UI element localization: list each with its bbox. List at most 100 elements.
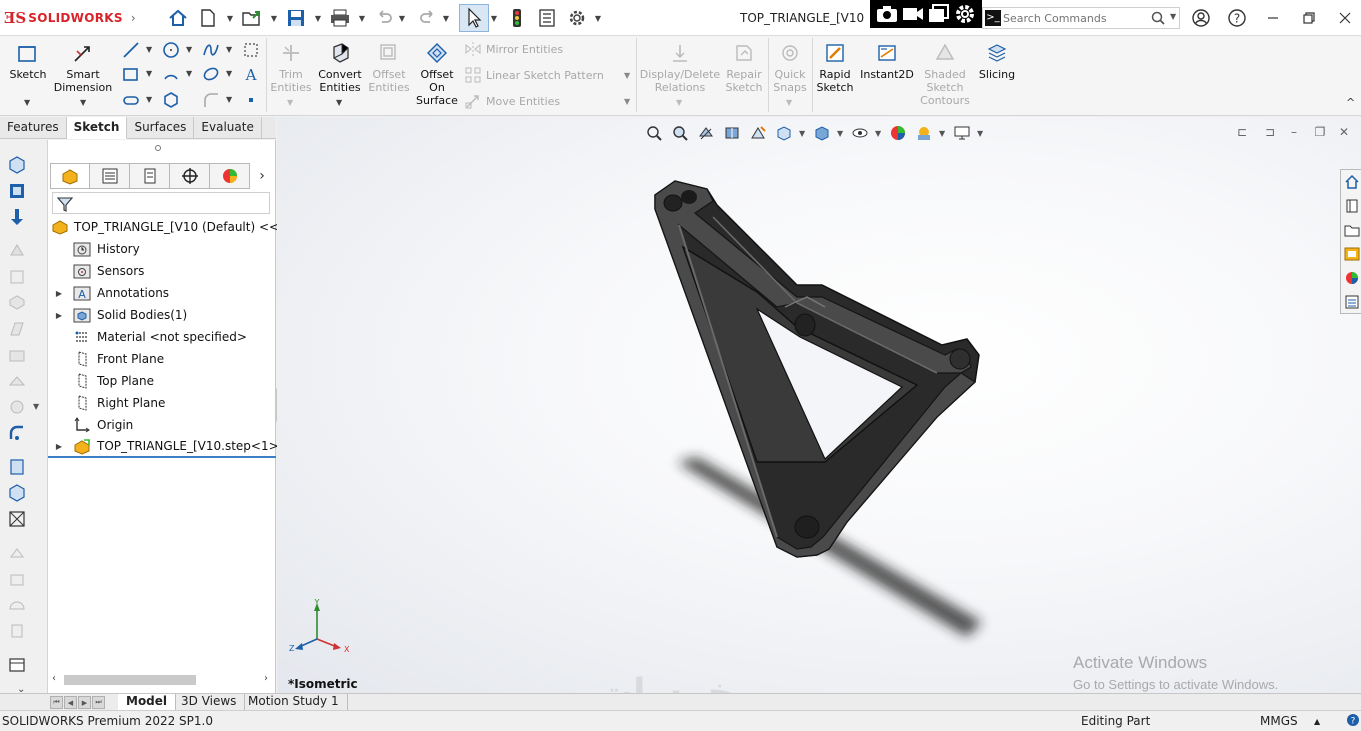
trim-entities-button[interactable]: Trim Entities (270, 40, 312, 94)
linear-sketch-pattern-button[interactable]: Linear Sketch Pattern (464, 64, 604, 86)
instant2d-button[interactable]: Instant2D (858, 40, 916, 81)
construction-geometry-icon[interactable] (241, 40, 261, 60)
boundary-boss-icon[interactable] (6, 266, 28, 288)
expand-arrow-icon[interactable]: ▶ (54, 289, 64, 298)
search-icon[interactable] (1151, 11, 1165, 25)
tree-item-top-plane[interactable]: Top Plane (48, 370, 276, 392)
circle-icon[interactable] (161, 40, 181, 60)
smart-dimension-button[interactable]: Smart Dimension (52, 40, 114, 94)
view-palette-icon[interactable] (1342, 244, 1361, 264)
tree-filter-box[interactable] (52, 192, 270, 214)
mirror-entities-button[interactable]: Mirror Entities (464, 38, 563, 60)
tree-item-imported-body[interactable]: ▶ TOP_TRIANGLE_[V10.step<1> -> (48, 436, 297, 458)
slot-icon[interactable] (121, 90, 141, 110)
chevron-down-icon[interactable]: ▼ (358, 12, 366, 24)
chevron-down-icon[interactable]: ▼ (287, 98, 293, 107)
design-library-icon[interactable] (1342, 196, 1361, 216)
undo-icon[interactable] (372, 6, 396, 30)
camera-icon[interactable] (876, 4, 898, 24)
tree-item-sensors[interactable]: Sensors (48, 260, 276, 282)
shell-icon[interactable] (6, 620, 28, 642)
help-icon[interactable]: ? (1346, 713, 1360, 730)
chevron-down-icon[interactable]: ▼ (226, 12, 234, 24)
draft-icon[interactable] (6, 654, 28, 676)
first-tab-icon[interactable]: ⏮ (50, 696, 63, 709)
extruded-cut-icon[interactable] (6, 292, 28, 314)
tab-surfaces[interactable]: Surfaces (127, 117, 195, 139)
solidworks-logo[interactable]: ƎS SOLIDWORKS › (4, 7, 136, 29)
custom-properties-icon[interactable] (1342, 292, 1361, 312)
chevron-down-icon[interactable]: ▼ (624, 97, 630, 106)
chevron-down-icon[interactable]: ▼ (1170, 12, 1176, 21)
help-icon[interactable]: ? (1226, 8, 1248, 28)
chevron-up-icon[interactable]: ▲ (1314, 717, 1320, 726)
solidworks-resources-icon[interactable] (1342, 172, 1361, 192)
sketch-button[interactable]: Sketch (8, 40, 48, 81)
gear-icon[interactable] (954, 3, 976, 25)
revolved-boss-icon[interactable] (6, 180, 28, 202)
wrap-icon[interactable] (6, 542, 28, 564)
tree-item-origin[interactable]: Origin (48, 414, 276, 436)
tree-item-annotations[interactable]: ▶ A Annotations (48, 282, 276, 304)
close-window-icon[interactable] (1334, 8, 1356, 28)
chevron-down-icon[interactable]: ▼ (786, 98, 792, 107)
slicing-button[interactable]: Slicing (976, 40, 1018, 81)
configuration-manager-tab[interactable] (130, 163, 170, 189)
revolved-cut-icon[interactable] (6, 318, 28, 340)
text-icon[interactable]: A (241, 64, 261, 84)
expand-arrow-icon[interactable]: ▶ (54, 311, 64, 320)
quick-snaps-button[interactable]: Quick Snaps (771, 40, 809, 94)
chevron-down-icon[interactable]: ▼ (676, 98, 682, 107)
lofted-cut-icon[interactable] (6, 370, 28, 392)
tree-item-material[interactable]: Material <not specified> (48, 326, 276, 348)
point-icon[interactable] (241, 90, 261, 110)
extruded-boss-icon[interactable] (6, 154, 28, 176)
chevron-down-icon[interactable]: ▼ (146, 69, 152, 78)
chevron-down-icon[interactable]: ▼ (226, 45, 232, 54)
triangle-bracket-model[interactable] (277, 117, 1361, 693)
last-tab-icon[interactable]: ⏭ (92, 696, 105, 709)
redo-icon[interactable] (416, 6, 440, 30)
property-manager-tab[interactable] (90, 163, 130, 189)
boundary-cut-icon[interactable] (6, 396, 28, 418)
chevron-down-icon[interactable]: ▼ (226, 95, 232, 104)
intersect-icon[interactable] (6, 568, 28, 590)
collapse-ribbon-chevron-icon[interactable]: ^ (1346, 96, 1355, 109)
file-explorer-icon[interactable] (1342, 220, 1361, 240)
chevron-down-icon[interactable]: ▼ (398, 12, 406, 24)
tree-item-right-plane[interactable]: Right Plane (48, 392, 276, 414)
repair-sketch-button[interactable]: Repair Sketch (722, 40, 766, 94)
chevron-down-icon[interactable]: ▼ (336, 98, 342, 107)
scroll-right-icon[interactable]: › (264, 673, 268, 684)
chevron-down-icon[interactable]: ▼ (490, 12, 498, 24)
chevron-down-icon[interactable]: ▼ (226, 69, 232, 78)
scrollbar-thumb[interactable] (64, 675, 196, 685)
chevron-down-icon[interactable]: ▼ (24, 98, 30, 107)
chevron-down-icon[interactable]: ▼ (594, 12, 602, 24)
scroll-left-icon[interactable]: ‹ (52, 673, 56, 684)
appearances-scenes-icon[interactable] (1342, 268, 1361, 288)
chevron-down-icon[interactable]: ▼ (33, 402, 39, 411)
tab-sketch[interactable]: Sketch (66, 117, 128, 139)
display-manager-tab[interactable] (210, 163, 250, 189)
next-tab-icon[interactable]: ▶ (78, 696, 91, 709)
tree-item-front-plane[interactable]: Front Plane (48, 348, 276, 370)
curves-icon[interactable] (6, 482, 28, 504)
chevron-down-icon[interactable]: ▼ (270, 12, 278, 24)
home-icon[interactable] (166, 6, 190, 30)
filter-icon[interactable] (56, 195, 74, 213)
tab-evaluate[interactable]: Evaluate (194, 117, 262, 139)
line-icon[interactable] (121, 40, 141, 60)
chevron-down-icon[interactable]: ▼ (624, 71, 630, 80)
convert-entities-button[interactable]: Convert Entities (316, 40, 364, 94)
rapid-sketch-button[interactable]: Rapid Sketch (815, 40, 855, 94)
instant3d-icon[interactable] (6, 508, 28, 530)
options-gear-icon[interactable] (565, 6, 589, 30)
tab-model[interactable]: Model (118, 694, 177, 710)
tab-3d-views[interactable]: 3D Views (173, 694, 246, 710)
ellipse-icon[interactable] (201, 64, 221, 84)
new-document-icon[interactable] (196, 6, 220, 30)
restore-window-icon[interactable] (1298, 8, 1320, 28)
spline-icon[interactable] (201, 40, 221, 60)
dimxpert-manager-tab[interactable] (170, 163, 210, 189)
